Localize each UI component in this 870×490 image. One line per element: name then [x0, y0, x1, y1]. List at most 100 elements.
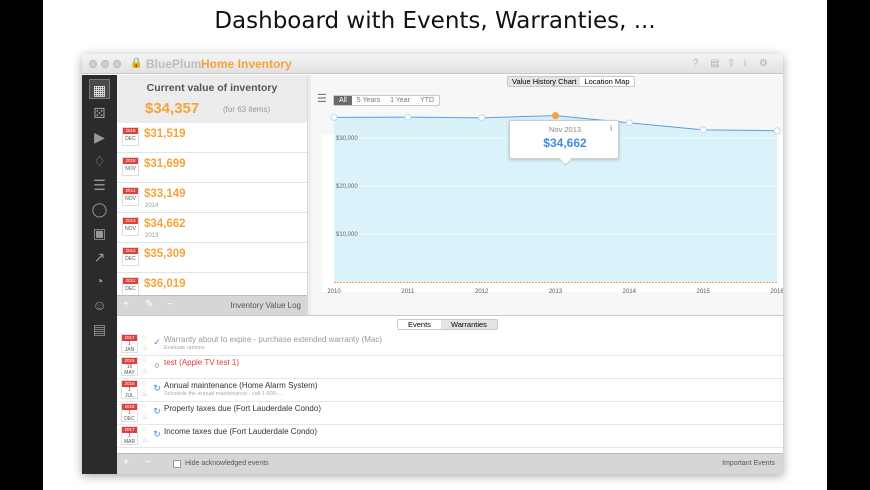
- status-circle-icon[interactable]: ○: [142, 380, 146, 387]
- close-window-button[interactable]: [89, 60, 97, 68]
- calendar-icon: 2016 16 MAY: [121, 357, 138, 376]
- current-value-box: Current value of inventory $34,357 (for …: [117, 75, 307, 123]
- value-amount: $34,662: [144, 218, 186, 230]
- remove-icon[interactable]: −: [167, 299, 173, 310]
- repeat-icon[interactable]: ↻: [152, 406, 162, 416]
- remove-icon[interactable]: −: [145, 457, 151, 468]
- x-tick-label: 2015: [696, 289, 710, 295]
- title-bar: 🔒 BluePlum Home Inventory ? ▤ ⇧ i ⚙: [82, 54, 783, 74]
- event-subtitle: Schedule the annual maintenance - call 1…: [164, 391, 283, 397]
- value-log-row[interactable]: 2012 DEC $35,309: [117, 243, 307, 273]
- sidebar: ▦ ⚄ ▶ ♢ ☰ ◯ ▣ ↗ ◔ ☺ ▤: [82, 75, 117, 474]
- calendar-icon: 2014 NOV: [122, 187, 139, 206]
- share-icon[interactable]: ⇧: [727, 58, 735, 69]
- info-icon[interactable]: i: [610, 124, 612, 133]
- value-log-row[interactable]: 2015 NOV $31,699: [117, 153, 307, 183]
- chart-panel: $10,000 $20,000 $30,000 2010 2011 2012 2013 201…: [311, 75, 783, 315]
- circle-icon[interactable]: ○: [152, 360, 162, 370]
- tab-warranties[interactable]: Warranties: [440, 320, 497, 329]
- hide-acknowledged-label: Hide acknowledged events: [185, 460, 269, 467]
- inventory-value-log-label[interactable]: Inventory Value Log: [230, 301, 301, 310]
- lock-icon[interactable]: 🔒: [130, 58, 142, 69]
- value-year: 2013: [145, 233, 159, 239]
- check-circle-icon[interactable]: ✓: [152, 337, 162, 347]
- event-row[interactable]: 2016 1 JUL ○ ♨ ↻ Annual maintenance (Home Alar…: [117, 379, 783, 402]
- edit-icon[interactable]: ✎: [145, 299, 153, 310]
- current-value-amount: $34,357: [145, 100, 200, 117]
- contacts-icon[interactable]: ☺: [89, 295, 110, 315]
- x-tick-label: 2012: [475, 289, 489, 295]
- tab-events[interactable]: Events: [398, 320, 441, 329]
- value-log-row[interactable]: 2014 NOV $33,149 2014: [117, 183, 307, 213]
- layers-icon[interactable]: ☰: [89, 175, 110, 195]
- value-log-footer: + ✎ − Inventory Value Log: [117, 295, 307, 315]
- range-ytd[interactable]: YTD: [415, 96, 439, 105]
- event-title: Warranty about to expire - purchase exte…: [164, 335, 383, 344]
- value-amount: $33,149: [144, 188, 186, 200]
- range-all[interactable]: All: [334, 96, 352, 105]
- tab-location-map[interactable]: Location Map: [580, 77, 633, 86]
- inventory-value-panel: Current value of inventory $34,357 (for …: [117, 75, 307, 315]
- chart-view-selector: Value History Chart Location Map: [507, 76, 635, 87]
- bell-icon[interactable]: ♨: [142, 413, 148, 421]
- event-row[interactable]: 2016 16 MAY ○ ♨ ○ test (Apple TV test 1): [117, 356, 783, 379]
- status-circle-icon[interactable]: ○: [142, 403, 146, 410]
- bell-icon[interactable]: ♨: [142, 367, 148, 375]
- bell-icon[interactable]: ♨: [142, 436, 148, 444]
- pie-chart-icon[interactable]: ◔: [89, 271, 110, 291]
- event-subtitle: Evaluate options: [164, 345, 205, 351]
- calendar-icon: 2015 NOV: [122, 157, 139, 176]
- value-year: 2014: [145, 203, 159, 209]
- event-title: test (Apple TV test 1): [164, 358, 239, 367]
- app-name: BluePlum: [146, 57, 202, 71]
- bell-icon[interactable]: ♨: [142, 344, 148, 352]
- help-icon[interactable]: ?: [693, 58, 699, 69]
- status-circle-icon[interactable]: ○: [142, 357, 146, 364]
- menu-icon[interactable]: ☰: [317, 92, 327, 105]
- important-events-label[interactable]: Important Events: [722, 460, 775, 467]
- headline: Dashboard with Events, Warranties, ...: [214, 8, 656, 34]
- status-circle-icon[interactable]: ○: [142, 426, 146, 433]
- repeat-icon[interactable]: ↻: [152, 383, 162, 393]
- hide-acknowledged-checkbox[interactable]: [173, 460, 181, 468]
- photos-icon[interactable]: ▣: [89, 223, 110, 243]
- data-point: [699, 126, 707, 134]
- tags-icon[interactable]: ♢: [89, 151, 110, 171]
- x-tick-label: 2011: [401, 289, 415, 295]
- status-circle-icon[interactable]: ○: [142, 334, 146, 341]
- chart-icon[interactable]: ↗: [89, 247, 110, 267]
- zoom-window-button[interactable]: [113, 60, 121, 68]
- repeat-icon[interactable]: ↻: [152, 429, 162, 439]
- calendar-icon: 2016 1 DEC: [121, 403, 138, 422]
- event-row[interactable]: 2016 1 DEC ○ ♨ ↻ Property taxes due (Fort Laud…: [117, 402, 783, 425]
- calendar-icon: 2013 NOV: [122, 217, 139, 236]
- app-window: 🔒 BluePlum Home Inventory ? ▤ ⇧ i ⚙ ▦ ⚄ …: [82, 54, 783, 474]
- range-1-year[interactable]: 1 Year: [385, 96, 415, 105]
- tooltip-date: Nov 2013: [548, 125, 582, 134]
- dashboard-icon[interactable]: ▦: [89, 79, 110, 99]
- data-point: [773, 127, 781, 135]
- document-icon[interactable]: ▤: [710, 58, 719, 69]
- event-row[interactable]: 2017 1 MAR ○ ♨ ↻ Income taxes due (Fort Lauder…: [117, 425, 783, 448]
- data-point: [330, 113, 338, 121]
- calendar-icon: 2016 DEC: [122, 127, 139, 146]
- location-icon[interactable]: ◯: [89, 199, 110, 219]
- bell-icon[interactable]: ♨: [142, 390, 148, 398]
- value-log-row[interactable]: 2016 DEC $31,519: [117, 123, 307, 153]
- tab-value-history-chart[interactable]: Value History Chart: [508, 77, 581, 86]
- info-icon[interactable]: i: [744, 58, 746, 69]
- slideshow-icon[interactable]: ▶: [89, 127, 110, 147]
- add-icon[interactable]: +: [123, 299, 129, 310]
- value-amount: $31,519: [144, 128, 186, 140]
- range-5-years[interactable]: 5 Years: [352, 96, 385, 105]
- value-log-row[interactable]: 2013 NOV $34,662 2013: [117, 213, 307, 243]
- event-title: Annual maintenance (Home Alarm System): [164, 381, 318, 390]
- event-row[interactable]: 2017 1 JAN ○ ♨ ✓ Warranty about to expire - pu…: [117, 333, 783, 356]
- add-icon[interactable]: +: [123, 457, 129, 468]
- items-icon[interactable]: ⚄: [89, 103, 110, 123]
- report-icon[interactable]: ▤: [89, 319, 110, 339]
- gear-icon[interactable]: ⚙: [759, 58, 768, 69]
- minimize-window-button[interactable]: [101, 60, 109, 68]
- value-history-chart: $10,000 $20,000 $30,000 2010 2011 2012 2013 201…: [322, 112, 783, 295]
- value-amount: $36,019: [144, 278, 186, 290]
